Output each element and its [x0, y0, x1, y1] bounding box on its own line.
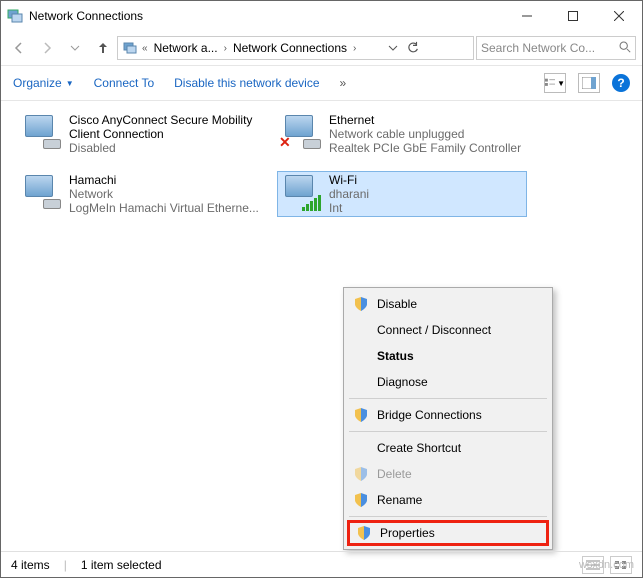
adapter-icon: [19, 173, 63, 213]
adapter-device: Int: [329, 201, 369, 215]
shield-icon: [353, 296, 369, 312]
adapter-item-wifi[interactable]: Wi-Fi dharani Int: [277, 171, 527, 217]
address-dropdown-icon[interactable]: [388, 43, 398, 53]
address-bar[interactable]: « Network a... › Network Connections ›: [117, 36, 474, 60]
view-options-button[interactable]: ▼: [544, 73, 566, 93]
adapter-status: dharani: [329, 187, 369, 201]
shield-icon: [356, 525, 372, 541]
maximize-button[interactable]: [550, 1, 596, 31]
shield-icon: [353, 466, 369, 482]
window-title: Network Connections: [29, 9, 143, 23]
adapter-device: Realtek PCIe GbE Family Controller: [329, 141, 521, 155]
status-bar: 4 items | 1 item selected: [1, 551, 642, 577]
chevron-right-icon[interactable]: ›: [222, 43, 229, 54]
disable-device-button[interactable]: Disable this network device: [174, 76, 319, 90]
adapter-item-ethernet[interactable]: ✕ Ethernet Network cable unplugged Realt…: [277, 111, 527, 157]
adapter-icon: ✕: [279, 113, 323, 153]
back-button[interactable]: [7, 36, 31, 60]
menu-item-status[interactable]: Status: [347, 343, 549, 369]
search-box[interactable]: [476, 36, 636, 60]
watermark: wsxdn.com: [579, 559, 634, 571]
breadcrumb-seg-1[interactable]: Network a...: [152, 41, 220, 55]
shield-icon: [353, 407, 369, 423]
menu-separator: [349, 516, 547, 517]
connect-to-button[interactable]: Connect To: [94, 76, 155, 90]
recent-locations-button[interactable]: [63, 36, 87, 60]
organize-menu[interactable]: Organize▼: [13, 76, 74, 90]
app-icon: [7, 8, 23, 24]
menu-item-properties[interactable]: Properties: [347, 520, 549, 546]
menu-item-connect-disconnect[interactable]: Connect / Disconnect: [347, 317, 549, 343]
search-icon[interactable]: [618, 40, 631, 56]
overflow-button[interactable]: »: [340, 76, 347, 90]
menu-item-disable[interactable]: Disable: [347, 291, 549, 317]
menu-separator: [349, 398, 547, 399]
adapter-item-cisco[interactable]: Cisco AnyConnect Secure Mobility Client …: [17, 111, 267, 157]
context-menu: Disable Connect / Disconnect Status Diag…: [343, 287, 553, 550]
adapter-name: Hamachi: [69, 173, 259, 187]
preview-pane-button[interactable]: [578, 73, 600, 93]
adapter-icon: [279, 173, 323, 213]
adapter-item-hamachi[interactable]: Hamachi Network LogMeIn Hamachi Virtual …: [17, 171, 267, 217]
title-bar: Network Connections: [1, 1, 642, 31]
menu-item-create-shortcut[interactable]: Create Shortcut: [347, 435, 549, 461]
chevron-right-icon[interactable]: ›: [351, 43, 358, 54]
status-selected-count: 1 item selected: [81, 558, 162, 572]
adapter-device: LogMeIn Hamachi Virtual Etherne...: [69, 201, 259, 215]
minimize-button[interactable]: [504, 1, 550, 31]
content-area: Cisco AnyConnect Secure Mobility Client …: [1, 101, 642, 531]
menu-item-delete: Delete: [347, 461, 549, 487]
location-icon: [122, 40, 138, 56]
adapter-name: Wi-Fi: [329, 173, 369, 187]
status-item-count: 4 items: [11, 558, 50, 572]
menu-separator: [349, 431, 547, 432]
breadcrumb-prefix-icon[interactable]: «: [140, 43, 150, 54]
help-button[interactable]: ?: [612, 74, 630, 92]
adapter-status: Network cable unplugged: [329, 127, 521, 141]
adapter-icon: [19, 113, 63, 153]
shield-icon: [353, 492, 369, 508]
close-button[interactable]: [596, 1, 642, 31]
adapter-name: Ethernet: [329, 113, 521, 127]
nav-bar: « Network a... › Network Connections ›: [1, 31, 642, 65]
menu-item-bridge[interactable]: Bridge Connections: [347, 402, 549, 428]
up-button[interactable]: [91, 36, 115, 60]
menu-item-rename[interactable]: Rename: [347, 487, 549, 513]
refresh-icon[interactable]: [406, 41, 420, 55]
adapter-status: Network: [69, 187, 259, 201]
search-input[interactable]: [481, 41, 614, 55]
menu-item-diagnose[interactable]: Diagnose: [347, 369, 549, 395]
forward-button[interactable]: [35, 36, 59, 60]
command-bar: Organize▼ Connect To Disable this networ…: [1, 65, 642, 101]
adapter-name: Cisco AnyConnect Secure Mobility Client …: [69, 113, 265, 141]
adapter-status: Disabled: [69, 141, 265, 155]
breadcrumb-seg-2[interactable]: Network Connections: [231, 41, 349, 55]
